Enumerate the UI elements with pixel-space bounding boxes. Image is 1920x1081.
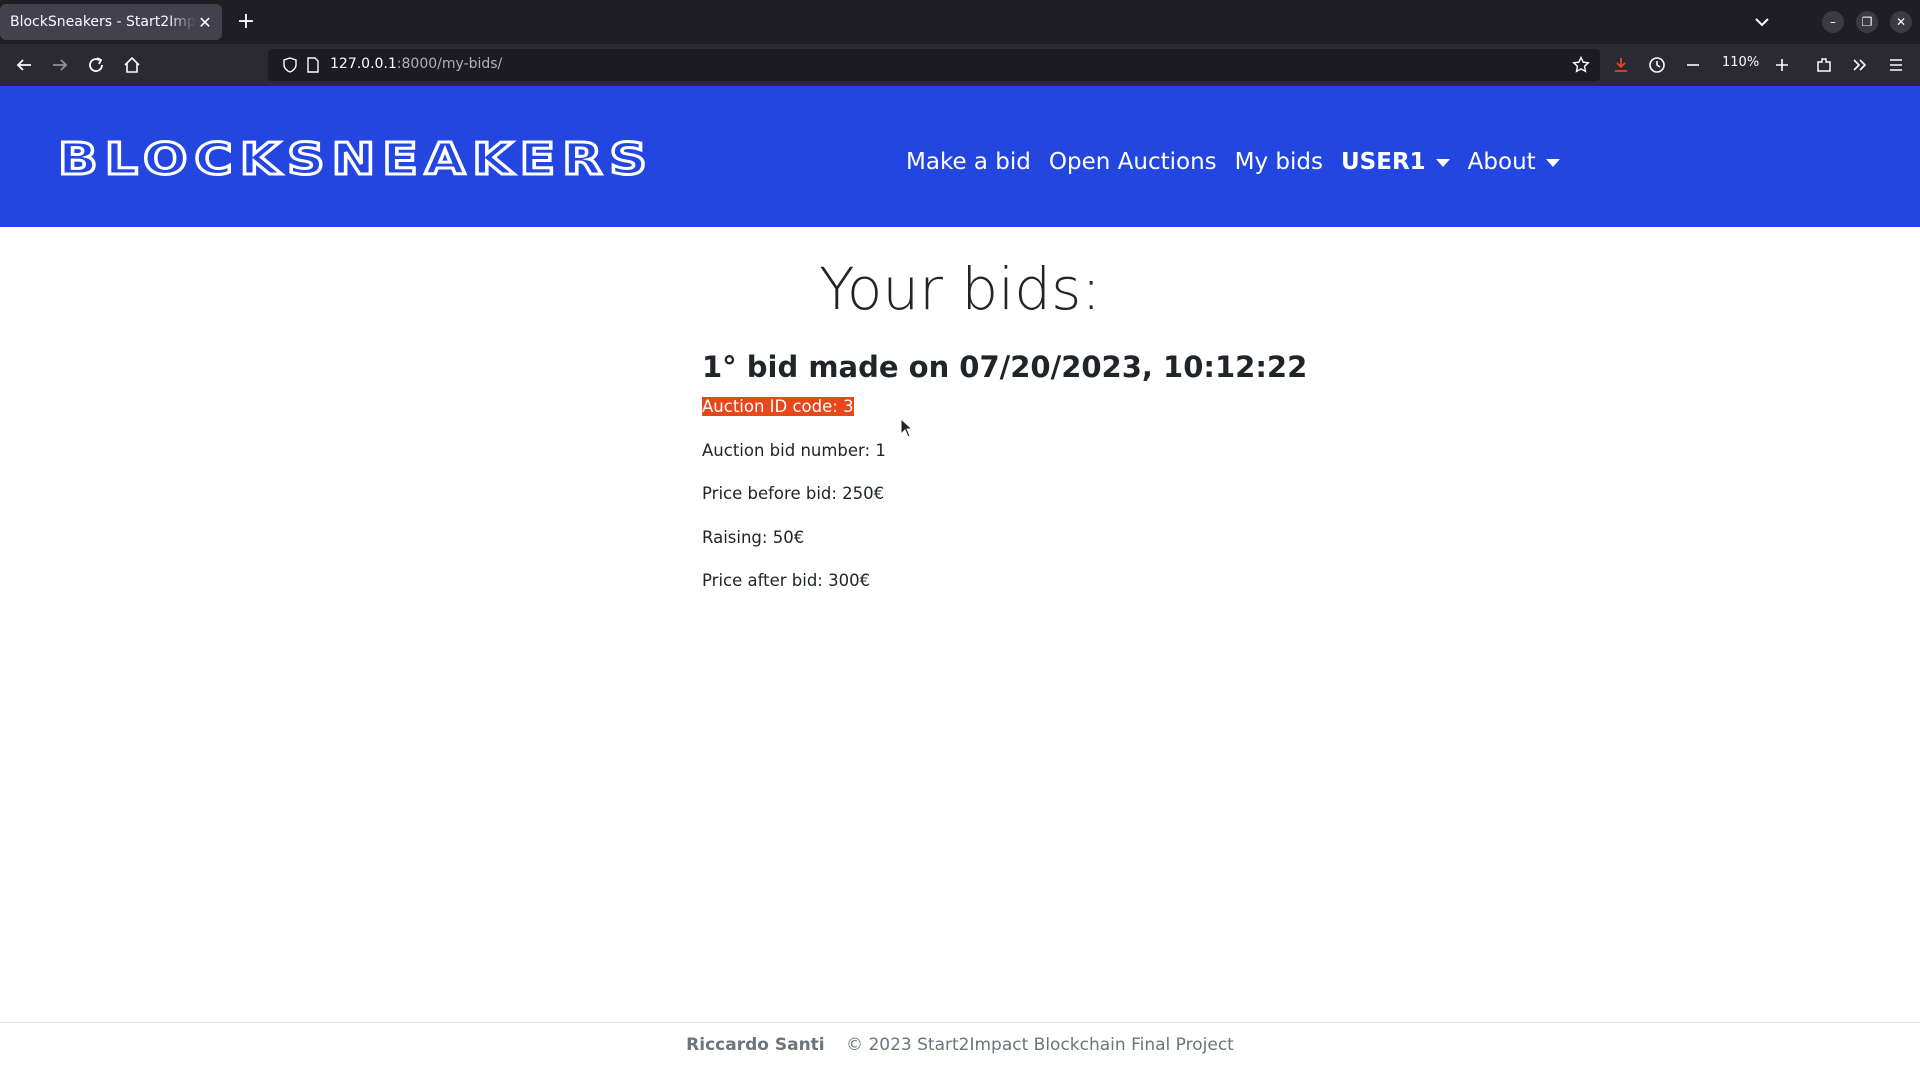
shield-icon[interactable] [282,57,298,77]
page-title: Your bids: [819,255,1101,323]
back-icon[interactable] [10,51,38,79]
price-before-bid: Price before bid: 250€ [702,484,885,503]
nav-about-dropdown[interactable]: About [1468,149,1560,175]
reload-icon[interactable] [82,51,110,79]
footer-copyright: © 2023 Start2Impact Blockchain Final Pro… [846,1035,1234,1055]
zoom-out-icon[interactable] [1679,51,1707,79]
nav-user-dropdown[interactable]: USER1 [1341,149,1450,175]
extensions-icon[interactable] [1810,51,1838,79]
footer-author: Riccardo Santi [686,1035,825,1055]
brand-text: BLOCKSNEAKERS [58,136,654,180]
home-icon[interactable] [118,51,146,79]
zoom-level[interactable]: 110% [1722,55,1759,70]
auction-bid-number: Auction bid number: 1 [702,440,886,460]
caret-down-icon [1545,158,1560,167]
browser-tab[interactable]: BlockSneakers - Start2Impact ✕ [0,4,222,40]
browser-tab-bar: BlockSneakers - Start2Impact ✕ + – ❐ ✕ [0,0,1920,44]
url-host: 127.0.0.1 [330,56,397,72]
nav-open-auctions[interactable]: Open Auctions [1049,149,1217,175]
overflow-icon[interactable] [1846,51,1874,79]
nav-user-label: USER1 [1341,149,1426,175]
browser-toolbar: 127.0.0.1:8000/my-bids/ 110% [0,44,1920,87]
bid-heading: 1° bid made on 07/20/2023, 10:12:22 [702,350,1308,384]
url-path: :8000/my-bids/ [396,56,503,72]
price-after-bid: Price after bid: 300€ [702,571,871,590]
auction-id-line: Auction ID code: 3 [702,396,1462,440]
history-icon[interactable] [1643,51,1671,79]
url-bar[interactable]: 127.0.0.1:8000/my-bids/ [268,49,1600,81]
tab-close-icon[interactable]: ✕ [196,13,214,32]
brand-logo-wordmark: BLOCKSNEAKERS [57,133,654,187]
site-nav: Make a bid Open Auctions My bids USER1 A… [906,142,1560,182]
download-icon[interactable] [1607,51,1635,79]
nav-about-label: About [1467,149,1536,175]
url-text[interactable]: 127.0.0.1:8000/my-bids/ [330,56,502,72]
restore-icon[interactable]: ❐ [1856,11,1878,33]
new-tab-icon[interactable]: + [232,8,260,36]
caret-down-icon [1435,158,1450,167]
footer-text: Riccardo Santi © 2023 Start2Impact Block… [0,1035,1920,1055]
close-window-icon[interactable]: ✕ [1890,11,1912,33]
auction-id-highlighted: Auction ID code: 3 [702,397,854,416]
page-icon [306,57,320,77]
tab-title: BlockSneakers - Start2Impact [10,14,196,30]
bid-entry: 1° bid made on 07/20/2023, 10:12:22 Auct… [702,350,1462,614]
site-header: BLOCKSNEAKERS Make a bid Open Auctions M… [0,86,1920,227]
minimize-icon[interactable]: – [1822,11,1844,33]
mouse-pointer-icon [900,417,914,442]
brand-logo[interactable]: BLOCKSNEAKERS [57,133,658,187]
tab-list-chevron-icon[interactable] [1748,8,1776,36]
nav-make-a-bid[interactable]: Make a bid [906,149,1031,175]
menu-icon[interactable] [1882,51,1910,79]
nav-my-bids[interactable]: My bids [1235,149,1323,175]
bookmark-star-icon[interactable] [1572,55,1590,78]
raising: Raising: 50€ [702,527,805,547]
forward-icon[interactable] [46,51,74,79]
zoom-in-icon[interactable] [1768,51,1796,79]
site-footer: Riccardo Santi © 2023 Start2Impact Block… [0,1022,1920,1081]
